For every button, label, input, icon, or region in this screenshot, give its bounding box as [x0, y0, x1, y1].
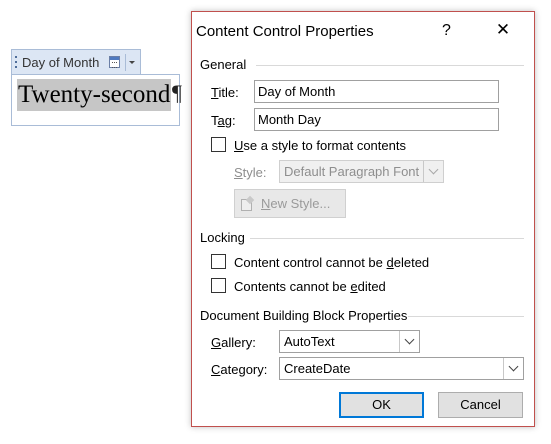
- content-control-properties-dialog: Content Control Properties ? ✕ General T…: [191, 11, 535, 427]
- category-select-value: CreateDate: [284, 361, 351, 376]
- title-input[interactable]: Day of Month: [254, 80, 499, 103]
- cannot-edit-checkbox[interactable]: [211, 278, 226, 293]
- content-control-value[interactable]: Twenty-second: [17, 79, 172, 111]
- general-heading: General: [200, 57, 247, 72]
- gallery-select-value: AutoText: [284, 334, 335, 349]
- gallery-label: Gallery:: [211, 335, 256, 350]
- content-control-body[interactable]: Twenty-second: [11, 74, 180, 126]
- paragraph-mark: ¶: [172, 80, 182, 105]
- dropdown-arrow-icon[interactable]: [129, 60, 136, 64]
- help-icon[interactable]: ?: [442, 22, 451, 40]
- cannot-delete-label[interactable]: Content control cannot be deleted: [234, 255, 429, 270]
- new-style-icon: [241, 197, 255, 211]
- chevron-down-icon[interactable]: [399, 331, 419, 352]
- use-style-label[interactable]: Use a style to format contents: [234, 138, 406, 153]
- ok-button[interactable]: OK: [339, 392, 424, 418]
- style-select-value: Default Paragraph Font: [284, 164, 420, 179]
- new-style-button[interactable]: New Style...: [234, 189, 346, 218]
- content-control-title: Day of Month: [22, 54, 100, 70]
- locking-heading: Locking: [200, 230, 245, 245]
- title-label: Title:: [211, 85, 239, 100]
- cancel-button[interactable]: Cancel: [438, 392, 523, 418]
- category-label: Category:: [211, 362, 268, 377]
- chevron-down-icon[interactable]: [503, 358, 523, 379]
- style-select[interactable]: Default Paragraph Font: [279, 160, 444, 183]
- content-control-tab-divider: [125, 53, 127, 71]
- close-icon[interactable]: ✕: [492, 19, 514, 41]
- gallery-select[interactable]: AutoText: [279, 330, 420, 353]
- category-select[interactable]: CreateDate: [279, 357, 524, 380]
- cannot-delete-checkbox[interactable]: [211, 254, 226, 269]
- use-style-checkbox[interactable]: [211, 137, 226, 152]
- locking-divider: [250, 238, 524, 239]
- cannot-edit-label[interactable]: Contents cannot be edited: [234, 279, 386, 294]
- content-control-grip-icon[interactable]: [15, 56, 19, 68]
- chevron-down-icon[interactable]: [423, 161, 443, 182]
- building-block-heading: Document Building Block Properties: [200, 308, 408, 323]
- style-label: Style:: [234, 165, 267, 180]
- tag-label: Tag:: [211, 113, 236, 128]
- tag-input[interactable]: Month Day: [254, 108, 499, 131]
- general-divider: [256, 65, 524, 66]
- dialog-title: Content Control Properties: [196, 23, 374, 40]
- calendar-icon[interactable]: [109, 56, 121, 68]
- building-block-divider: [408, 316, 524, 317]
- content-control-tab[interactable]: Day of Month: [11, 49, 141, 74]
